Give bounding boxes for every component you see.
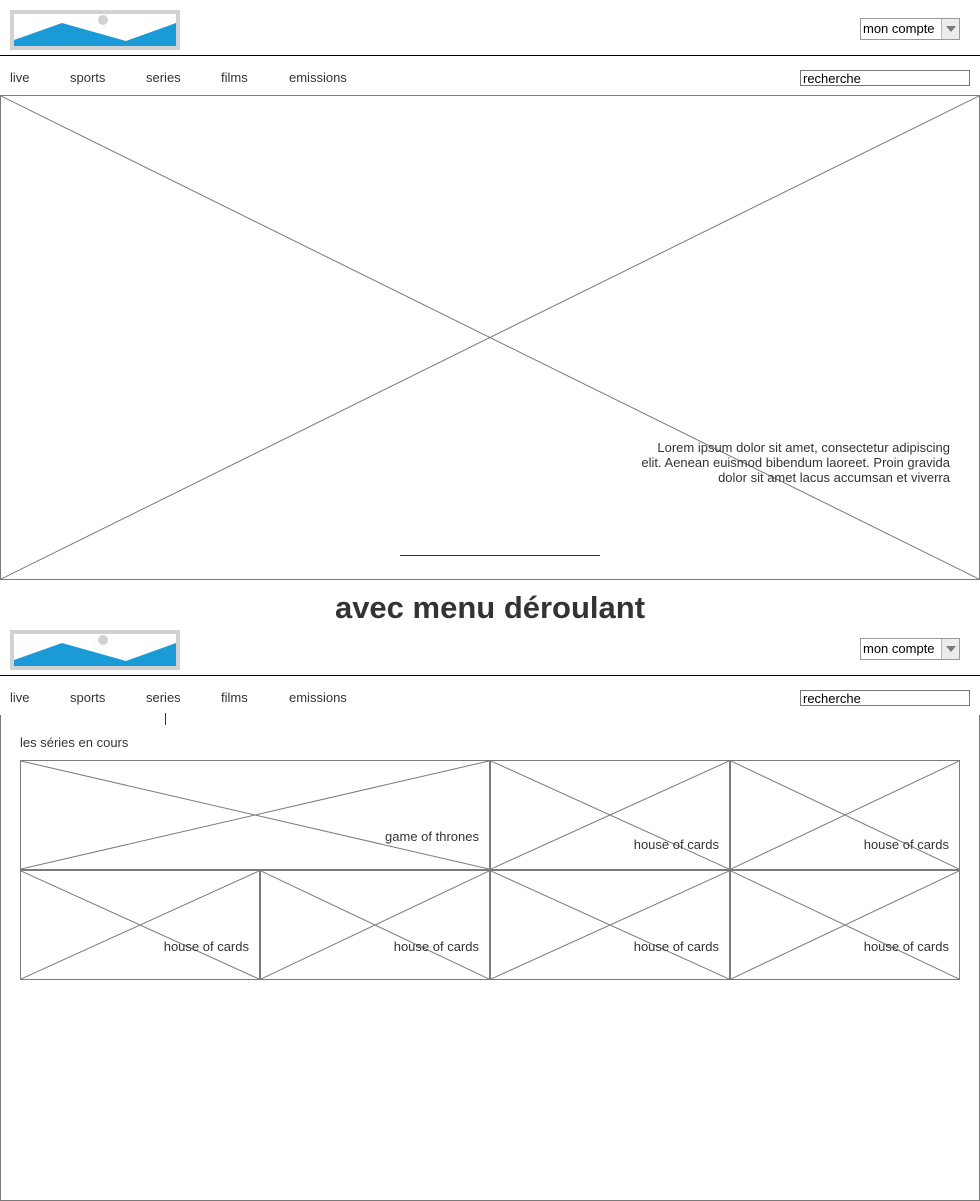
header-divider	[0, 55, 980, 56]
triangle-down-icon[interactable]	[941, 19, 959, 39]
series-tile-title: game of thrones	[385, 829, 479, 844]
header-divider-2	[0, 675, 980, 676]
account-dropdown[interactable]: mon compte	[860, 18, 960, 40]
series-tile[interactable]: house of cards	[730, 760, 960, 870]
image-placeholder-icon	[491, 871, 729, 979]
nav-item-films[interactable]: films	[221, 70, 248, 86]
triangle-down-icon[interactable]	[941, 639, 959, 659]
nav-item-series[interactable]: series	[146, 70, 181, 86]
image-placeholder-icon	[261, 871, 489, 979]
nav-item-sports[interactable]: sports	[70, 70, 105, 86]
series-tile[interactable]: house of cards	[730, 870, 960, 980]
nav-item-films-2[interactable]: films	[221, 690, 248, 706]
series-tile-title: house of cards	[393, 939, 479, 954]
nav-item-emissions[interactable]: emissions	[289, 70, 347, 86]
series-tile-title: house of cards	[863, 837, 949, 852]
account-dropdown-label: mon compte	[863, 641, 935, 656]
site-logo-2[interactable]	[10, 630, 180, 670]
nav-item-sports-2[interactable]: sports	[70, 690, 105, 706]
image-placeholder-icon	[14, 634, 176, 666]
series-tile-title: house of cards	[633, 939, 719, 954]
image-placeholder-icon	[14, 14, 176, 46]
hero-caption: Lorem ipsum dolor sit amet, consectetur …	[641, 440, 950, 485]
image-placeholder-icon	[21, 761, 489, 869]
series-tile[interactable]: house of cards	[20, 870, 260, 980]
search-input-2[interactable]	[800, 690, 970, 706]
image-placeholder-icon	[21, 871, 259, 979]
search-input[interactable]	[800, 70, 970, 86]
image-placeholder-icon	[731, 871, 959, 979]
series-tile[interactable]: house of cards	[490, 760, 730, 870]
series-tile-title: house of cards	[633, 837, 719, 852]
account-dropdown-label: mon compte	[863, 21, 935, 36]
nav-item-live[interactable]: live	[10, 70, 30, 86]
hero-slider-indicator[interactable]	[400, 555, 600, 556]
nav-item-live-2[interactable]: live	[10, 690, 30, 706]
account-dropdown-2[interactable]: mon compte	[860, 638, 960, 660]
nav-item-series-2[interactable]: series	[146, 690, 181, 706]
image-placeholder-icon	[1, 96, 979, 579]
section-title: avec menu déroulant	[334, 590, 646, 625]
hero-banner[interactable]: Lorem ipsum dolor sit amet, consectetur …	[0, 95, 980, 580]
series-tile[interactable]: house of cards	[260, 870, 490, 980]
dropdown-pointer	[165, 713, 166, 725]
series-tile-title: house of cards	[163, 939, 249, 954]
series-tile[interactable]: game of thrones	[20, 760, 490, 870]
nav-item-emissions-2[interactable]: emissions	[289, 690, 347, 706]
series-tile-title: house of cards	[863, 939, 949, 954]
series-tile[interactable]: house of cards	[490, 870, 730, 980]
site-logo[interactable]	[10, 10, 180, 50]
dropdown-heading: les séries en cours	[20, 735, 129, 750]
